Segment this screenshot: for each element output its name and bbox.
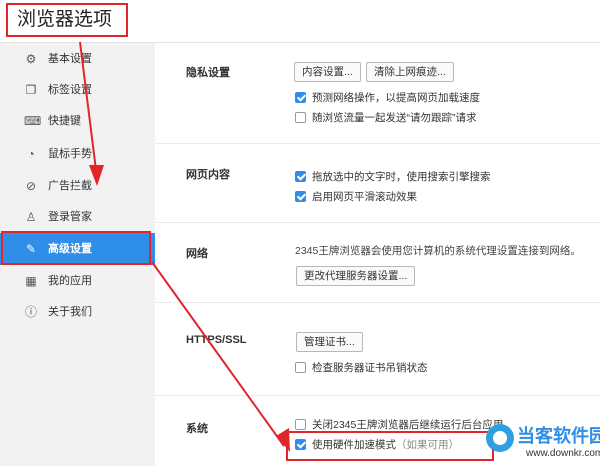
block-icon: ⊘ xyxy=(25,179,37,193)
mouse-icon: ◔ xyxy=(27,147,35,161)
sidebar-item-shortcuts[interactable]: ⌨ 快捷键 xyxy=(0,105,155,137)
window-title: 浏览器选项 xyxy=(6,3,128,37)
watermark-logo-icon xyxy=(486,424,514,452)
sidebar-item-label: 广告拦截 xyxy=(48,180,92,192)
sidebar-item-mouse-gestures[interactable]: ◔ 鼠标手势 xyxy=(0,138,155,170)
option-label: 检查服务器证书吊销状态 xyxy=(312,362,428,374)
apps-icon: ▦ xyxy=(25,274,37,288)
sidebar: ⚙ 基本设置 ❐ 标签设置 ⌨ 快捷键 ◔ 鼠标手势 ⊘ 广告拦截 ♙ 登录管家… xyxy=(0,43,155,466)
checkbox[interactable] xyxy=(295,92,306,103)
watermark-url: www.downkr.com xyxy=(526,448,600,459)
arrow-head-to-hardware xyxy=(276,428,290,452)
clear-history-button[interactable]: 清除上网痕迹... xyxy=(366,62,454,82)
wrench-icon: ✎ xyxy=(25,242,37,256)
network-description: 2345王牌浏览器会使用您计算机的系统代理设置连接到网络。 xyxy=(295,245,581,257)
gear-icon: ⚙ xyxy=(25,52,37,66)
option-label: 启用网页平滑滚动效果 xyxy=(312,191,417,203)
sidebar-item-label: 快捷键 xyxy=(48,115,81,127)
sidebar-item-about[interactable]: ⓘ 关于我们 xyxy=(0,296,155,328)
section-title-privacy: 隐私设置 xyxy=(186,67,230,79)
manage-certificates-button[interactable]: 管理证书... xyxy=(296,332,363,352)
divider xyxy=(155,222,600,223)
divider xyxy=(155,395,600,396)
option-label: 拖放选中的文字时，使用搜索引擎搜索 xyxy=(312,171,491,183)
checkbox[interactable] xyxy=(295,112,306,123)
section-title-network: 网络 xyxy=(186,248,208,260)
info-icon: ⓘ xyxy=(24,305,37,319)
option-hint: （如果可用） xyxy=(396,439,459,451)
option-label: 随浏览流量一起发送“请勿跟踪”请求 xyxy=(312,112,477,124)
sidebar-item-ad-block[interactable]: ⊘ 广告拦截 xyxy=(0,170,155,202)
checkbox[interactable] xyxy=(295,419,306,430)
sidebar-item-my-apps[interactable]: ▦ 我的应用 xyxy=(0,265,155,297)
tabs-icon: ❐ xyxy=(25,83,37,97)
divider xyxy=(155,143,600,144)
sidebar-item-label: 标签设置 xyxy=(48,84,92,96)
divider xyxy=(155,302,600,303)
sidebar-item-label: 登录管家 xyxy=(48,211,92,223)
watermark: 当客软件园 www.downkr.com xyxy=(486,422,600,462)
option-label: 关闭2345王牌浏览器后继续运行后台应用 xyxy=(312,419,504,431)
user-icon: ♙ xyxy=(25,210,37,224)
section-title-https: HTTPS/SSL xyxy=(186,334,247,346)
sidebar-item-tabs[interactable]: ❐ 标签设置 xyxy=(0,74,155,106)
keyboard-icon: ⌨ xyxy=(24,114,42,128)
content-settings-button[interactable]: 内容设置... xyxy=(294,62,361,82)
header: 浏览器选项 xyxy=(0,0,600,43)
checkbox[interactable] xyxy=(295,439,306,450)
sidebar-item-label: 我的应用 xyxy=(48,275,92,287)
sidebar-item-label: 关于我们 xyxy=(48,306,92,318)
checkbox[interactable] xyxy=(295,171,306,182)
arrow-line-to-hardware xyxy=(151,261,285,447)
sidebar-item-basic[interactable]: ⚙ 基本设置 xyxy=(0,43,155,75)
option-label: 使用硬件加速模式（如果可用） xyxy=(312,439,459,451)
sidebar-item-advanced[interactable]: ✎ 高级设置 xyxy=(0,233,155,265)
proxy-settings-button[interactable]: 更改代理服务器设置... xyxy=(296,266,416,286)
section-title-system: 系统 xyxy=(186,423,208,435)
sidebar-item-label: 鼠标手势 xyxy=(48,148,92,160)
option-label: 预测网络操作，以提高网页加载速度 xyxy=(312,92,480,104)
sidebar-item-login-manager[interactable]: ♙ 登录管家 xyxy=(0,201,155,233)
sidebar-item-label: 高级设置 xyxy=(48,243,92,255)
sidebar-item-label: 基本设置 xyxy=(48,53,92,65)
watermark-title: 当客软件园 xyxy=(517,426,600,446)
checkbox[interactable] xyxy=(295,362,306,373)
checkbox[interactable] xyxy=(295,191,306,202)
section-title-web-content: 网页内容 xyxy=(186,169,230,181)
